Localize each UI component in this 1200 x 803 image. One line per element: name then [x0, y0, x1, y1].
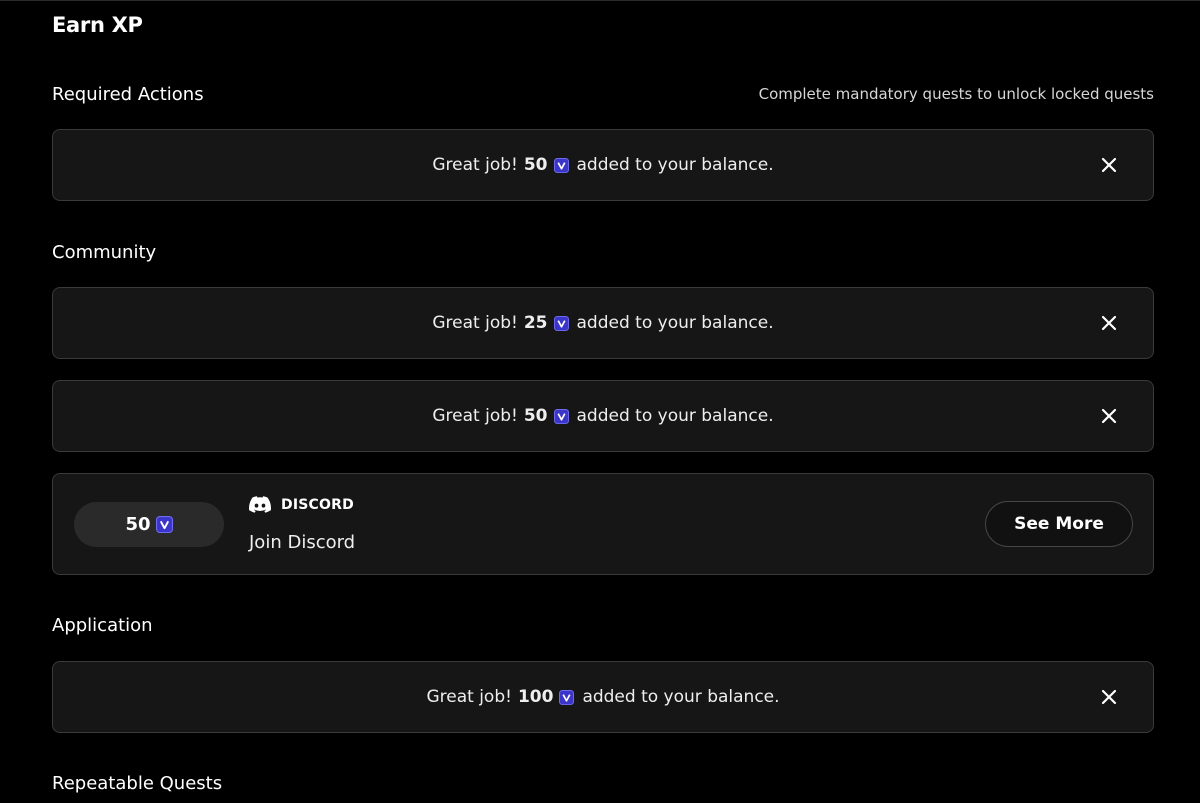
toast-prefix: Great job! — [432, 313, 518, 333]
page-title: Earn XP — [52, 13, 143, 37]
toast-suffix: added to your balance. — [576, 406, 774, 426]
section-label-repeatable-quests: Repeatable Quests — [52, 773, 223, 794]
toast-message: Great job! 50 added to your balance. — [432, 155, 773, 175]
reward-toast: Great job! 50 added to your balance. — [52, 129, 1154, 201]
toast-message: Great job! 25 added to your balance. — [432, 313, 773, 333]
see-more-button[interactable]: See More — [985, 501, 1133, 547]
quest-platform: DISCORD — [249, 496, 354, 513]
quest-card-join-discord[interactable]: 50 DISCORD Join Discord See More — [52, 473, 1154, 575]
earn-xp-page: Earn XP Required Actions Complete mandat… — [0, 0, 1200, 803]
section-label-application: Application — [52, 615, 153, 636]
toast-amount: 25 — [523, 313, 548, 333]
section-label-required-actions: Required Actions — [52, 84, 204, 105]
toast-amount: 50 — [523, 155, 548, 175]
quest-reward-badge: 50 — [74, 502, 224, 547]
toast-suffix: added to your balance. — [582, 687, 780, 707]
toast-suffix: added to your balance. — [576, 313, 774, 333]
toast-prefix: Great job! — [426, 687, 512, 707]
toast-message: Great job! 100 added to your balance. — [426, 687, 779, 707]
quest-title: Join Discord — [249, 532, 356, 553]
xp-icon — [155, 516, 173, 533]
section-label-community: Community — [52, 242, 157, 263]
reward-toast: Great job! 50 added to your balance. — [52, 380, 1154, 452]
xp-icon — [553, 408, 569, 424]
toast-amount: 50 — [523, 406, 548, 426]
toast-prefix: Great job! — [432, 406, 518, 426]
reward-toast: Great job! 100 added to your balance. — [52, 661, 1154, 733]
toast-message: Great job! 50 added to your balance. — [432, 406, 773, 426]
close-icon[interactable] — [1099, 313, 1119, 333]
quest-reward-amount: 50 — [125, 514, 151, 535]
xp-icon — [553, 315, 569, 331]
required-actions-hint: Complete mandatory quests to unlock lock… — [758, 85, 1154, 103]
toast-suffix: added to your balance. — [576, 155, 774, 175]
close-icon[interactable] — [1099, 687, 1119, 707]
discord-icon — [249, 496, 281, 513]
xp-icon — [559, 689, 575, 705]
toast-prefix: Great job! — [432, 155, 518, 175]
xp-icon — [553, 157, 569, 173]
close-icon[interactable] — [1099, 155, 1119, 175]
toast-amount: 100 — [517, 687, 554, 707]
close-icon[interactable] — [1099, 406, 1119, 426]
quest-platform-label: DISCORD — [281, 496, 354, 513]
reward-toast: Great job! 25 added to your balance. — [52, 287, 1154, 359]
